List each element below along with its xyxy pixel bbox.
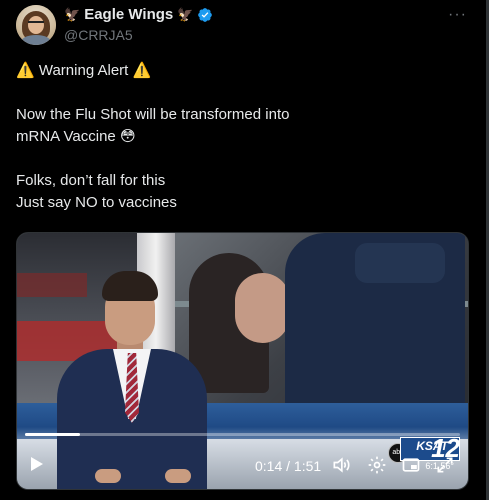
video-progress-fill bbox=[25, 433, 80, 436]
tweet-line-3: mRNA Vaccine 😳 bbox=[16, 126, 456, 148]
video-controls: 0:14 / 1:51 bbox=[17, 447, 468, 487]
time-separator: / bbox=[286, 458, 291, 474]
play-icon[interactable] bbox=[31, 457, 43, 471]
volume-icon[interactable] bbox=[331, 455, 351, 475]
background-screen-footage bbox=[175, 233, 468, 403]
eagle-emoji-left: 🦅 bbox=[64, 6, 81, 22]
eagle-emoji-right: 🦅 bbox=[177, 6, 194, 22]
video-player[interactable]: abc KSAT 12 6:1 56° 0:14 / 1:51 bbox=[16, 232, 469, 490]
author-avatar[interactable] bbox=[16, 5, 56, 45]
author-name-row[interactable]: 🦅 Eagle Wings 🦅 bbox=[64, 6, 213, 23]
author-display-name[interactable]: Eagle Wings bbox=[84, 6, 173, 23]
settings-icon[interactable] bbox=[367, 455, 387, 475]
more-icon[interactable]: ··· bbox=[448, 6, 467, 24]
duration: 1:51 bbox=[293, 458, 322, 474]
tweet-line-1: ⚠️ Warning Alert ⚠️ bbox=[16, 60, 456, 82]
video-progress-bar[interactable] bbox=[25, 433, 460, 436]
tweet-text: ⚠️ Warning Alert ⚠️ Now the Flu Shot wil… bbox=[16, 60, 456, 214]
pip-icon[interactable] bbox=[401, 455, 421, 475]
tweet-line-2: Now the Flu Shot will be transformed int… bbox=[16, 106, 290, 123]
tweet-line-4: Folks, don’t fall for this bbox=[16, 172, 166, 189]
warning-emoji-left: ⚠️ bbox=[16, 62, 35, 79]
video-time: 0:14 / 1:51 bbox=[255, 458, 321, 474]
tweet-line-5: Just say NO to vaccines bbox=[16, 194, 177, 211]
warning-emoji-right: ⚠️ bbox=[132, 62, 152, 79]
fullscreen-icon[interactable] bbox=[435, 455, 455, 475]
tweet-line-3-text: mRNA Vaccine bbox=[16, 128, 116, 145]
tweet-line-1-text: Warning Alert bbox=[38, 62, 129, 79]
current-time: 0:14 bbox=[255, 458, 283, 474]
author-handle[interactable]: @CRRJA5 bbox=[64, 27, 133, 43]
flushed-emoji: 😳 bbox=[119, 128, 136, 145]
verified-badge-icon[interactable] bbox=[197, 7, 213, 23]
